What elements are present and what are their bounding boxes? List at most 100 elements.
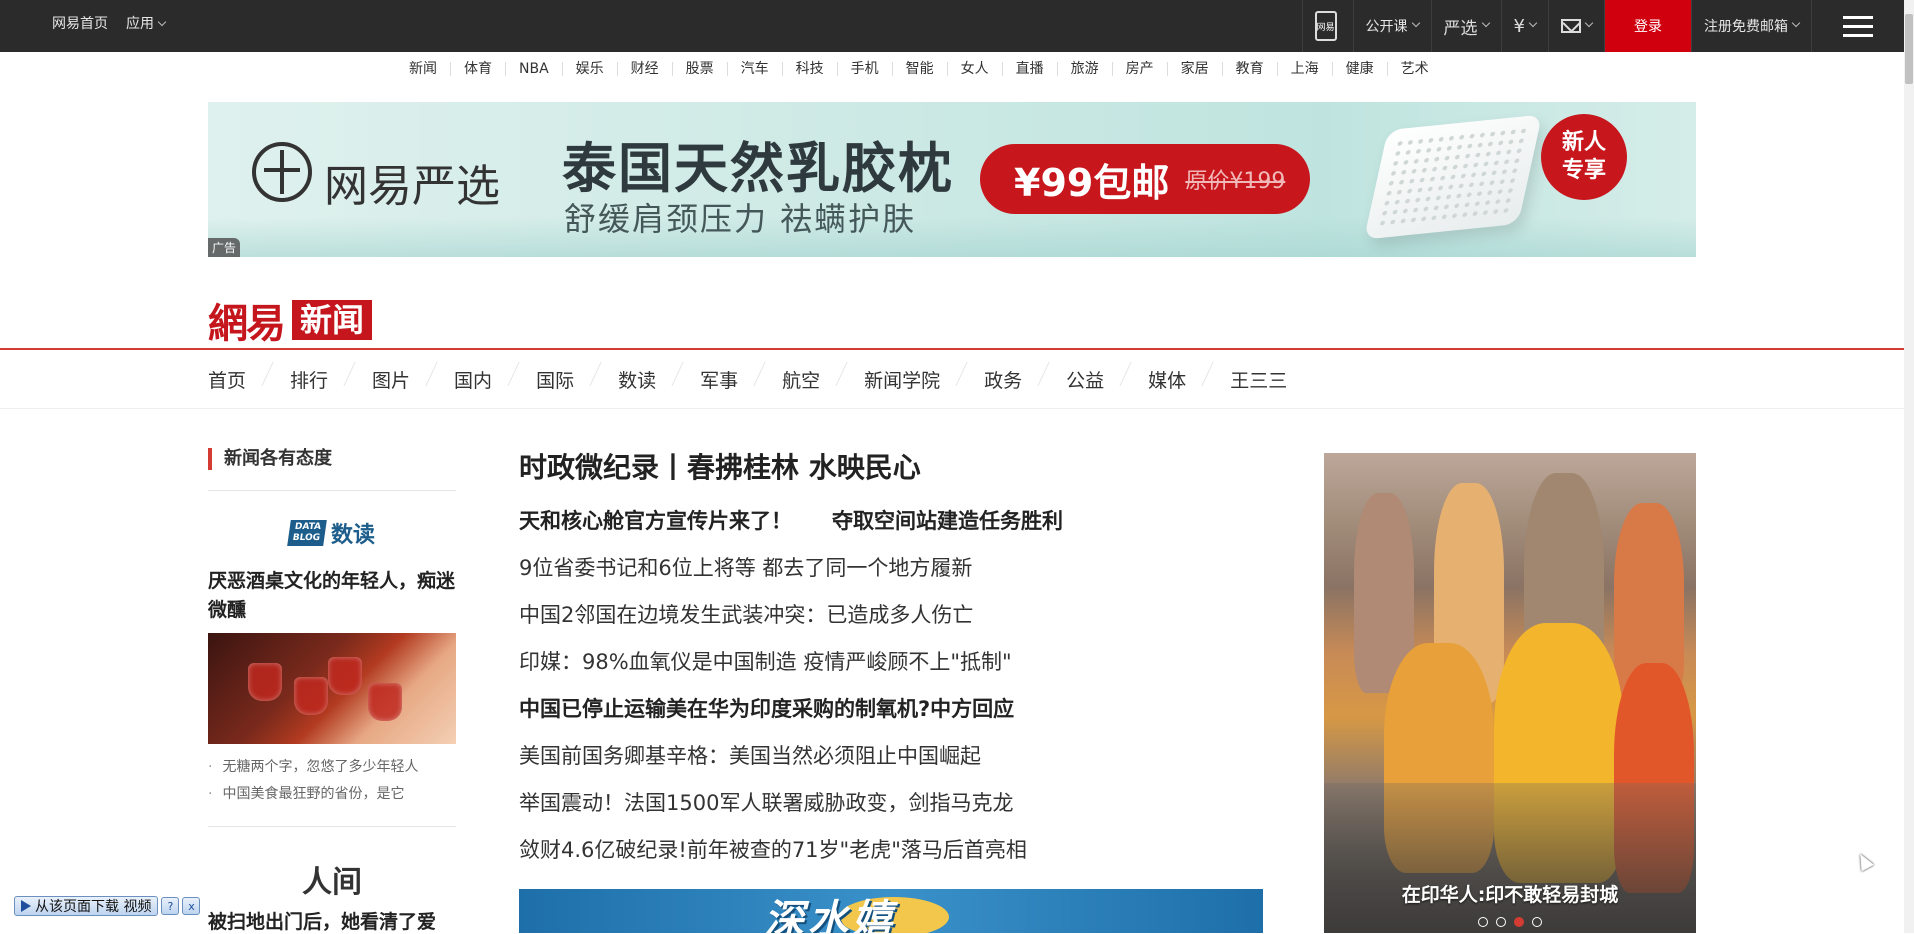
channel-link[interactable]: 股票 <box>673 62 728 76</box>
channel-link[interactable]: NBA <box>506 62 563 76</box>
newbie-line2: 专享 <box>1561 158 1606 183</box>
chevron-down-icon <box>1791 18 1801 28</box>
mail-icon <box>1561 19 1581 33</box>
nav-item[interactable]: 新闻学院 <box>864 366 984 393</box>
nav-item[interactable]: 数读 <box>618 366 700 393</box>
channel-link[interactable]: 教育 <box>1223 62 1278 76</box>
carousel-dot[interactable] <box>1496 917 1506 927</box>
open-course-label: 公开课 <box>1365 19 1408 35</box>
nav-item[interactable]: 国际 <box>536 366 618 393</box>
carousel-caption[interactable]: 在印华人:印不敢轻易封城 <box>1324 880 1696 907</box>
channel-link[interactable]: 健康 <box>1333 62 1388 76</box>
mail-menu[interactable] <box>1548 0 1604 52</box>
carousel-dot[interactable] <box>1478 917 1488 927</box>
carousel-dot[interactable] <box>1532 917 1542 927</box>
news-link[interactable]: 中国2邻国在边境发生武装冲突：已造成多人伤亡 <box>519 592 1263 639</box>
left-heading: 新闻各有态度 <box>208 448 456 470</box>
newbie-line1: 新人 <box>1561 130 1606 155</box>
top-headline[interactable]: 时政微纪录丨春拂桂林 水映民心 <box>519 448 1263 488</box>
netease-home-link[interactable]: 网易首页 <box>52 13 108 33</box>
channel-link[interactable]: 艺术 <box>1388 62 1442 76</box>
phone-icon: 网易 <box>1314 11 1337 41</box>
left-article2-title[interactable]: 被扫地出门后，她看清了爱 <box>208 907 456 934</box>
nav-item[interactable]: 首页 <box>208 366 290 393</box>
channel-link[interactable]: 科技 <box>783 62 838 76</box>
water-overlay <box>1324 783 1696 933</box>
datablog-logo[interactable]: DATA BLOG 数读 <box>208 517 456 549</box>
banner-subtitle: 舒缓肩颈压力 祛螨护肤 <box>564 200 917 238</box>
page-scrollbar[interactable] <box>1904 0 1914 933</box>
register-mail-menu[interactable]: 注册免费邮箱 <box>1691 0 1811 52</box>
news-link[interactable]: 举国震动！法国1500军人联署威胁政变，剑指马克龙 <box>519 780 1263 827</box>
nav-item[interactable]: 王三三 <box>1230 366 1331 393</box>
wine-glass-image <box>248 663 282 701</box>
news-link[interactable]: 中国已停止运输美在华为印度采购的制氧机?中方回应 <box>519 686 1263 733</box>
nav-item[interactable]: 公益 <box>1066 366 1148 393</box>
banner-price: ¥99包邮 <box>1014 160 1170 205</box>
banner-brand: 网易严选 <box>324 161 500 212</box>
channel-link[interactable]: 上海 <box>1278 62 1333 76</box>
nav-item[interactable]: 政务 <box>984 366 1066 393</box>
hamburger-menu-button[interactable] <box>1811 0 1904 52</box>
help-button[interactable]: ? <box>161 897 180 915</box>
news-link[interactable]: 敛财4.6亿破纪录!前年被查的71岁"老虎"落马后首亮相 <box>519 827 1263 874</box>
close-button[interactable]: x <box>182 897 201 915</box>
channel-link[interactable]: 娱乐 <box>563 62 618 76</box>
open-course-menu[interactable]: 公开课 <box>1352 0 1431 52</box>
carousel-dot[interactable] <box>1514 917 1524 927</box>
news-link[interactable]: 夺取空间站建造任务胜利 <box>832 509 1063 533</box>
left-article-image[interactable] <box>208 633 456 744</box>
play-icon <box>21 900 31 912</box>
apps-menu[interactable]: 应用 <box>126 13 167 33</box>
carousel-dots <box>1324 917 1696 927</box>
channel-link[interactable]: 汽车 <box>728 62 783 76</box>
nav-item[interactable]: 媒体 <box>1148 366 1230 393</box>
download-video-button[interactable]: 从该页面下载 视频 <box>14 896 159 916</box>
renjian-logo[interactable]: 人间 <box>208 857 456 901</box>
banner-ad[interactable]: 网易严选 泰国天然乳胶枕 舒缓肩颈压力 祛螨护肤 ¥99包邮 原价¥199 新人… <box>208 102 1696 257</box>
news-link[interactable]: 美国前国务卿基辛格：美国当然必须阻止中国崛起 <box>519 733 1263 780</box>
news-link[interactable]: 9位省委书记和6位上将等 都去了同一个地方履新 <box>519 545 1263 592</box>
center-ad-banner[interactable]: 深水嬉 <box>519 889 1263 933</box>
left-link[interactable]: 中国美食最狂野的省份，是它 <box>208 781 456 808</box>
nav-divider-grey <box>0 408 1904 409</box>
netease-news-logo[interactable]: 網易 新闻 <box>208 291 373 349</box>
datablog-title: 数读 <box>330 523 375 548</box>
news-link[interactable]: 印媒：98%血氧仪是中国制造 疫情严峻顾不上"抵制" <box>519 639 1263 686</box>
yanxuan-menu[interactable]: 严选 <box>1430 0 1501 52</box>
top-left-links: 网易首页 应用 <box>52 0 167 45</box>
scrollbar-thumb[interactable] <box>1905 14 1913 84</box>
wine-glass-image <box>294 677 328 715</box>
channel-link[interactable]: 体育 <box>451 62 506 76</box>
channel-link[interactable]: 家居 <box>1168 62 1223 76</box>
banner-title: 泰国天然乳胶枕 <box>562 137 954 200</box>
datablog-icon: DATA BLOG <box>287 520 327 546</box>
payment-menu[interactable]: ¥ <box>1500 0 1548 52</box>
nav-item[interactable]: 排行 <box>290 366 372 393</box>
nav-item[interactable]: 军事 <box>700 366 782 393</box>
channel-link[interactable]: 旅游 <box>1058 62 1113 76</box>
login-button[interactable]: 登录 <box>1604 0 1691 52</box>
channel-link[interactable]: 房产 <box>1113 62 1168 76</box>
channel-link[interactable]: 女人 <box>948 62 1003 76</box>
chevron-down-icon <box>1528 18 1538 28</box>
nav-item[interactable]: 国内 <box>454 366 536 393</box>
phone-icon-label: 网易 <box>1316 22 1335 33</box>
nav-item[interactable]: 航空 <box>782 366 864 393</box>
left-article-title[interactable]: 厌恶酒桌文化的年轻人，痴迷微醺 <box>208 567 456 625</box>
wine-glass-image <box>328 657 362 695</box>
center-ad-text: 深水嬉 <box>764 897 896 933</box>
nav-item[interactable]: 图片 <box>372 366 454 393</box>
channel-link[interactable]: 财经 <box>618 62 673 76</box>
channel-link[interactable]: 智能 <box>893 62 948 76</box>
news-link[interactable]: 天和核心舱官方宣传片来了！ <box>519 509 792 533</box>
left-link[interactable]: 无糖两个字，忽悠了多少年轻人 <box>208 754 456 781</box>
logo-part-netease: 網易 <box>208 300 286 347</box>
channel-link[interactable]: 新闻 <box>396 62 451 76</box>
channel-link[interactable]: 直播 <box>1003 62 1058 76</box>
channel-link[interactable]: 手机 <box>838 62 893 76</box>
banner-price-pill: ¥99包邮 原价¥199 <box>980 144 1310 214</box>
top-bar: 网易首页 应用 网易 公开课 严选 ¥ 登录 注册免费邮箱 <box>0 0 1904 52</box>
photo-carousel[interactable]: 在印华人:印不敢轻易封城 <box>1324 453 1696 933</box>
mobile-app-link[interactable]: 网易 <box>1301 0 1353 52</box>
